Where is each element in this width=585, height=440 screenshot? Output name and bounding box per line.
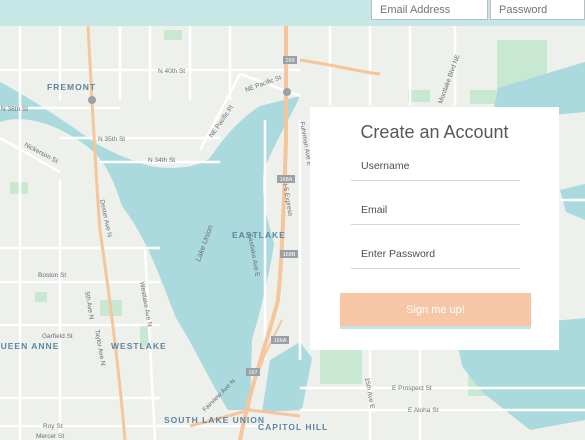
label-south-lake-union: SOUTH LAKE UNION [164,415,265,425]
shield-169: 169 [283,56,297,64]
street-aloha: E Aloha St [408,407,439,414]
label-eastlake: EASTLAKE [232,230,286,240]
svg-text:166A: 166A [274,338,287,344]
street-n36: N 36th St [1,106,28,113]
street-mercer: Mercer St [36,433,64,440]
email-field[interactable]: Email [351,195,520,225]
street-prospect: E Prospect St [392,385,432,392]
password-field[interactable]: Enter Password [351,239,520,269]
shield-166a: 166A [271,336,289,344]
username-field[interactable]: Username [351,151,520,181]
shield-168a: 168A [277,175,295,183]
street-boston: Boston St [38,272,66,279]
signup-title: Create an Account [360,122,509,142]
label-fremont: FREMONT [47,82,96,92]
label-capitol-hill: CAPITOL HILL [258,422,328,432]
label-westlake: WESTLAKE [111,341,167,351]
shield-167: 167 [246,368,260,376]
svg-text:168A: 168A [280,177,293,183]
svg-text:169: 169 [285,58,294,64]
signup-card: Create an Account Username Email Enter P… [310,107,559,350]
shield-99 [88,96,96,104]
svg-text:168B: 168B [283,252,296,258]
header-password-input[interactable]: Password [490,0,585,20]
label-queen-anne: QUEEN ANNE [0,341,59,351]
street-garfield: Garfield St [42,333,73,340]
shield-i5 [283,88,291,96]
shield-168b: 168B [280,250,298,258]
street-n34: N 34th St [148,157,175,164]
street-n35: N 35th St [98,136,125,143]
header-email-input[interactable]: Email Address [371,0,488,20]
svg-text:167: 167 [248,370,257,376]
sign-up-button[interactable]: Sign me up! [340,293,531,329]
street-roy: Roy St [43,423,63,430]
street-n40: N 40th St [158,68,185,75]
